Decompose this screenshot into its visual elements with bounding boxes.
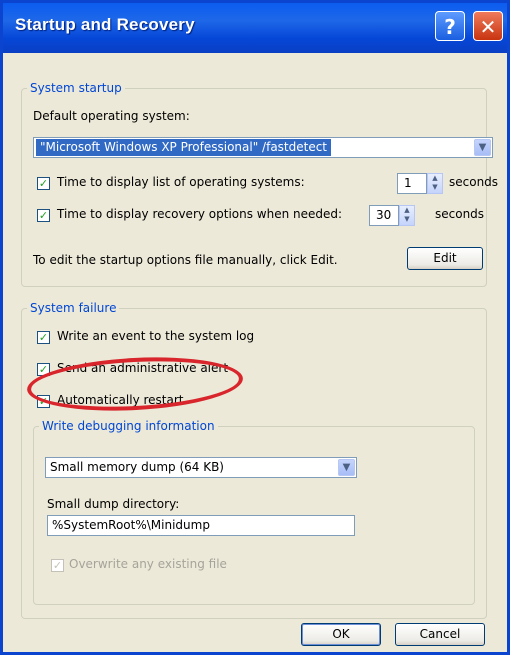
ok-button[interactable]: OK	[301, 623, 381, 646]
close-icon[interactable]: ✕	[473, 11, 503, 41]
edit-hint-text: To edit the startup options file manuall…	[33, 253, 338, 267]
time-list-spinner[interactable]: ▲ ▼	[427, 173, 443, 194]
dump-dir-value: %SystemRoot%\Minidump	[52, 518, 210, 532]
time-list-checkbox[interactable]: ✓	[37, 177, 50, 190]
auto-restart-label: Automatically restart	[57, 393, 184, 407]
time-list-value: 1	[404, 176, 412, 190]
default-os-label: Default operating system:	[33, 109, 190, 123]
write-event-checkbox[interactable]: ✓	[37, 331, 50, 344]
title-bar: Startup and Recovery ? ✕	[3, 3, 507, 53]
cancel-button[interactable]: Cancel	[395, 623, 485, 646]
time-recovery-unit: seconds	[435, 207, 485, 221]
time-recovery-spinner[interactable]: ▲ ▼	[399, 205, 415, 226]
default-os-value: "Microsoft Windows XP Professional" /fas…	[36, 139, 332, 156]
system-startup-legend: System startup	[30, 81, 122, 95]
dump-type-dropdown[interactable]: Small memory dump (64 KB) ▼	[45, 457, 357, 478]
spin-up-icon[interactable]: ▲	[428, 174, 442, 183]
chevron-down-icon[interactable]: ▼	[474, 139, 491, 156]
time-recovery-input[interactable]: 30	[369, 205, 399, 226]
time-recovery-value: 30	[376, 208, 392, 222]
help-icon[interactable]: ?	[435, 11, 465, 41]
dump-type-value: Small memory dump (64 KB)	[50, 460, 224, 474]
debug-info-group: Write debugging information	[33, 419, 475, 605]
system-failure-legend: System failure	[30, 301, 117, 315]
send-alert-label: Send an administrative alert	[57, 361, 229, 375]
spin-down-icon[interactable]: ▼	[428, 183, 442, 192]
window-title: Startup and Recovery	[15, 15, 195, 34]
time-recovery-checkbox[interactable]: ✓	[37, 209, 50, 222]
edit-button[interactable]: Edit	[407, 247, 483, 270]
chevron-down-icon[interactable]: ▼	[338, 459, 355, 476]
overwrite-checkbox[interactable]: ✓	[51, 559, 64, 572]
time-recovery-label: Time to display recovery options when ne…	[57, 207, 343, 221]
write-event-label: Write an event to the system log	[57, 329, 255, 343]
time-list-unit: seconds	[449, 175, 499, 189]
spin-down-icon[interactable]: ▼	[400, 215, 414, 224]
debug-info-legend: Write debugging information	[42, 419, 215, 433]
overwrite-label: Overwrite any existing file	[69, 557, 227, 571]
time-list-input[interactable]: 1	[397, 173, 427, 194]
send-alert-checkbox[interactable]: ✓	[37, 363, 50, 376]
startup-recovery-dialog: Startup and Recovery ? ✕ System startup …	[0, 0, 510, 655]
spin-up-icon[interactable]: ▲	[400, 206, 414, 215]
dump-dir-input[interactable]: %SystemRoot%\Minidump	[47, 515, 355, 536]
time-list-label: Time to display list of operating system…	[57, 175, 305, 189]
dump-dir-label: Small dump directory:	[47, 497, 180, 511]
default-os-dropdown[interactable]: "Microsoft Windows XP Professional" /fas…	[33, 137, 493, 158]
auto-restart-checkbox[interactable]: ✓	[37, 395, 50, 408]
